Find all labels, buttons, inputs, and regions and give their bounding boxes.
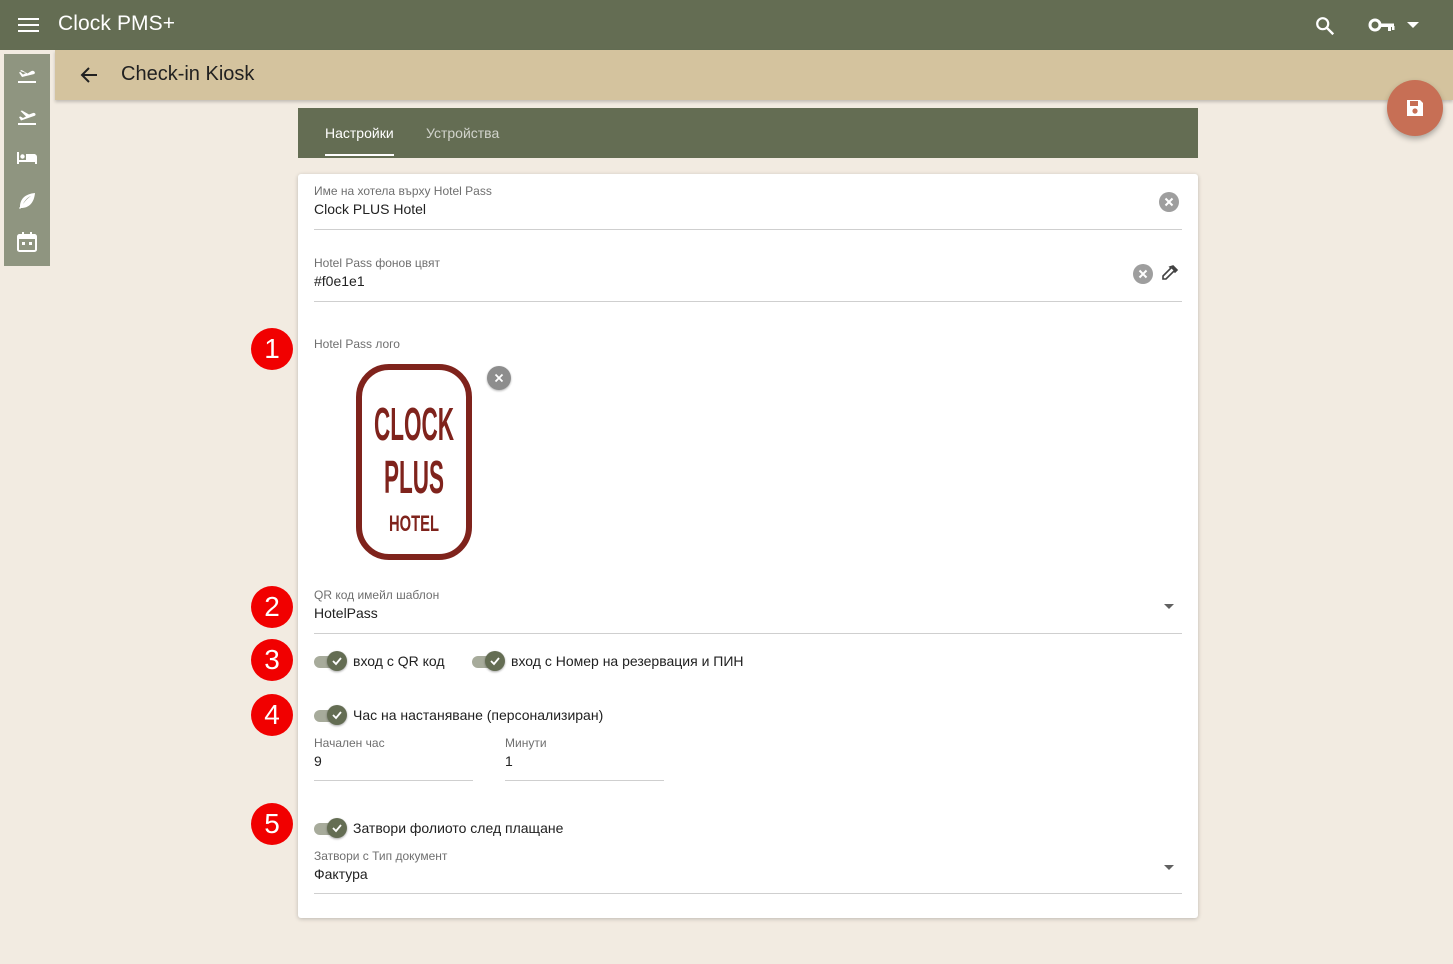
- doc-type-select[interactable]: Фактура: [314, 866, 368, 882]
- page-header: Check-in Kiosk: [55, 50, 1453, 100]
- check-icon: [490, 657, 500, 666]
- tab-bar: Настройки Устройства: [298, 108, 1198, 158]
- arrow-back-icon[interactable]: [79, 65, 99, 85]
- page-title: Check-in Kiosk: [121, 63, 255, 85]
- save-icon: [1407, 100, 1423, 116]
- side-navigation: [4, 54, 50, 266]
- minutes-input[interactable]: 1: [505, 753, 513, 769]
- annotation-marker-5: 5: [251, 803, 293, 845]
- bed-icon[interactable]: [15, 146, 39, 170]
- leaf-icon[interactable]: [15, 188, 39, 212]
- account-dropdown-icon[interactable]: [1406, 20, 1420, 30]
- calendar-icon[interactable]: [15, 230, 39, 254]
- close-folio-toggle[interactable]: [314, 818, 348, 838]
- bg-color-input[interactable]: #f0e1e1: [314, 273, 365, 289]
- annotation-marker-1: 1: [251, 328, 293, 370]
- clear-icon[interactable]: [1159, 192, 1179, 212]
- svg-text:CLOCK: CLOCK: [374, 398, 454, 450]
- qr-template-label: QR код имейл шаблон: [314, 588, 440, 602]
- qr-template-select[interactable]: HotelPass: [314, 605, 378, 621]
- top-app-bar: Clock PMS+: [0, 0, 1453, 50]
- bg-color-underline: [314, 301, 1182, 302]
- key-icon[interactable]: [1368, 16, 1396, 34]
- settings-card: Име на хотела върху Hotel Pass Clock PLU…: [298, 174, 1198, 918]
- custom-checkin-label: Час на настаняване (персонализиран): [353, 707, 604, 723]
- doc-type-underline: [314, 893, 1182, 894]
- custom-checkin-toggle[interactable]: [314, 705, 348, 725]
- tab-settings[interactable]: Настройки: [325, 125, 394, 141]
- annotation-marker-2: 2: [251, 586, 293, 628]
- hotel-name-underline: [314, 229, 1182, 230]
- logo-label: Hotel Pass лого: [314, 337, 400, 351]
- remove-logo-button[interactable]: [487, 366, 511, 390]
- svg-text:HOTEL: HOTEL: [389, 511, 439, 536]
- annotation-marker-4: 4: [251, 694, 293, 736]
- start-hour-label: Начален час: [314, 736, 385, 750]
- close-icon: [494, 373, 504, 383]
- eyedropper-icon[interactable]: [1159, 264, 1179, 284]
- hotel-name-input[interactable]: Clock PLUS Hotel: [314, 201, 426, 217]
- chevron-down-icon[interactable]: [1164, 604, 1174, 609]
- check-icon: [332, 824, 342, 833]
- hotel-name-label: Име на хотела върху Hotel Pass: [314, 184, 492, 198]
- qr-login-label: вход с QR код: [353, 653, 445, 669]
- pin-login-toggle[interactable]: [472, 651, 506, 671]
- svg-text:PLUS: PLUS: [384, 451, 444, 503]
- qr-login-toggle[interactable]: [314, 651, 348, 671]
- qr-template-underline: [314, 633, 1182, 634]
- active-tab-indicator: [325, 154, 394, 156]
- menu-icon[interactable]: [18, 15, 39, 35]
- bg-color-label: Hotel Pass фонов цвят: [314, 256, 441, 270]
- start-hour-input[interactable]: 9: [314, 753, 322, 769]
- doc-type-label: Затвори с Тип документ: [314, 849, 448, 863]
- check-icon: [332, 711, 342, 720]
- pin-login-label: вход с Номер на резервация и ПИН: [511, 653, 744, 669]
- chevron-down-icon[interactable]: [1164, 865, 1174, 870]
- annotation-marker-3: 3: [251, 639, 293, 681]
- tab-devices[interactable]: Устройства: [426, 125, 499, 141]
- search-icon[interactable]: [1314, 15, 1336, 37]
- save-button[interactable]: [1387, 80, 1443, 136]
- clear-icon[interactable]: [1133, 264, 1153, 284]
- minutes-label: Минути: [505, 736, 547, 750]
- close-folio-label: Затвори фолиото след плащане: [353, 820, 564, 836]
- app-title: Clock PMS+: [58, 12, 176, 35]
- departure-icon[interactable]: [15, 104, 39, 128]
- minutes-underline: [505, 780, 664, 781]
- start-hour-underline: [314, 780, 473, 781]
- check-icon: [332, 657, 342, 666]
- hotel-logo-image: CLOCK PLUS HOTEL: [356, 364, 472, 560]
- arrival-icon[interactable]: [15, 62, 39, 86]
